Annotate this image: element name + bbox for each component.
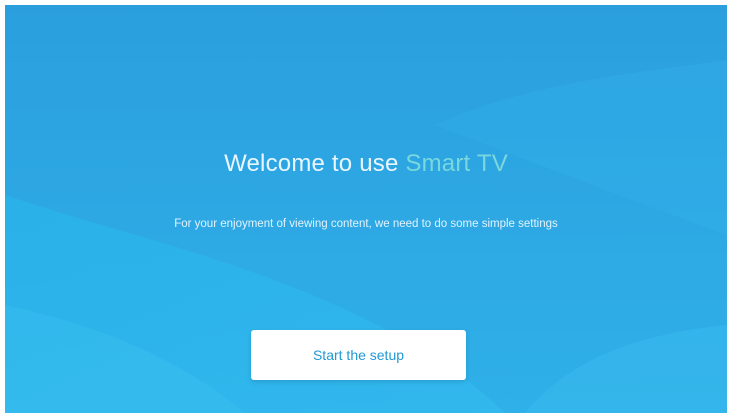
welcome-title: Welcome to use Smart TV — [5, 150, 727, 178]
welcome-subtitle: For your enjoyment of viewing content, w… — [174, 218, 558, 230]
welcome-title-prefix: Welcome to use — [224, 150, 399, 177]
brand-name: Smart TV — [405, 150, 508, 177]
setup-welcome-screen: Welcome to use Smart TV For your enjoyme… — [5, 5, 727, 413]
start-setup-button[interactable]: Start the setup — [251, 330, 466, 380]
